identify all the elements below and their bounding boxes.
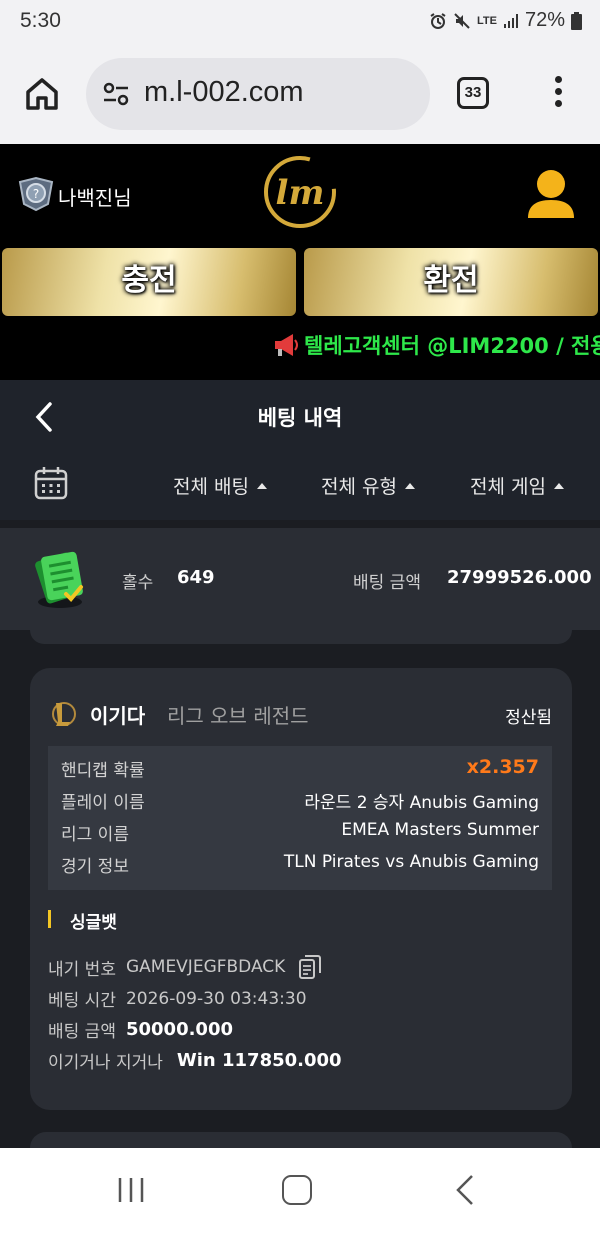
detail-value-odds: x2.357: [466, 756, 539, 778]
info-label: 내기 번호: [48, 959, 116, 980]
detail-row-match: 경기 정보 TLN Pirates vs Anubis Gaming: [61, 852, 539, 880]
detail-label: 플레이 이름: [61, 793, 145, 813]
browser-toolbar: m.l-002.com 33: [0, 44, 600, 144]
svg-text:lm: lm: [276, 173, 325, 213]
status-badge: 정산됨: [505, 708, 552, 728]
filter-type-all[interactable]: 전체 유형: [321, 472, 415, 499]
copy-icon[interactable]: [297, 954, 323, 980]
bet-id-value: GAMEVJEGFBDACK: [125, 957, 286, 977]
info-label: 배팅 금액: [48, 1022, 116, 1042]
status-time: 5:30: [20, 9, 61, 32]
bet-amount-value: 50000.000: [125, 1019, 234, 1040]
status-bar: 5:30 LTE 72%: [0, 0, 600, 44]
info-row-bet-id: 내기 번호 GAMEVJEGFBDACK: [48, 954, 323, 980]
network-type: LTE: [477, 14, 497, 27]
info-row-result: 이기거나 지거나 Win 117850.000: [48, 1048, 342, 1073]
caret-up-icon: [404, 482, 415, 489]
alarm-icon: [430, 12, 446, 29]
system-nav-bar: [0, 1148, 600, 1233]
count-label: 홀수: [122, 573, 154, 593]
caret-up-icon: [553, 482, 564, 489]
page-title: 베팅 내역: [257, 406, 343, 430]
site-settings-icon[interactable]: [102, 80, 130, 108]
detail-row-odds: 핸디캡 확률 x2.357: [61, 756, 539, 784]
detail-value: EMEA Masters Summer: [341, 820, 539, 840]
info-row-bet-time: 베팅 시간 2026-09-30 03:43:30: [48, 986, 307, 1012]
bet-league-type: 리그 오브 레전드: [167, 704, 309, 728]
filter-type-label: 전체 유형: [321, 476, 397, 498]
count-value: 649: [177, 567, 215, 588]
tabs-icon[interactable]: 33: [457, 77, 489, 109]
bet-card: 이기다 리그 오브 레전드 정산됨 핸디캡 확률 x2.357 플레이 이름 라…: [30, 668, 572, 1110]
filter-game-label: 전체 게임: [470, 476, 546, 498]
more-menu-icon[interactable]: [552, 76, 564, 112]
bet-time-value: 2026-09-30 03:43:30: [125, 988, 307, 1009]
battery-icon: [571, 11, 582, 30]
filter-bet-label: 전체 배팅: [173, 476, 249, 498]
calendar-icon[interactable]: [34, 466, 68, 500]
total-amount-value: 27999526.000: [447, 567, 592, 588]
svg-text:?: ?: [33, 187, 39, 201]
user-name: 나백진님: [58, 186, 132, 210]
battery-percent: 72%: [524, 9, 565, 31]
detail-value: 라운드 2 승자 Anubis Gaming: [304, 793, 539, 813]
bet-summary: 홀수 649 배팅 금액 27999526.000: [0, 528, 600, 630]
home-button-icon[interactable]: [282, 1175, 312, 1205]
address-bar[interactable]: m.l-002.com: [86, 58, 430, 130]
detail-row-league: 리그 이름 EMEA Masters Summer: [61, 820, 539, 848]
notice-marquee: 텔레고객센터 @LIM2200 / 전용접: [304, 334, 600, 358]
bet-type: 싱글뱃: [70, 913, 117, 933]
result-value: Win 117850.000: [176, 1050, 342, 1071]
bet-type-accent: [48, 910, 51, 928]
detail-row-play: 플레이 이름 라운드 2 승자 Anubis Gaming: [61, 788, 539, 816]
detail-label: 경기 정보: [61, 857, 129, 877]
recent-apps-icon[interactable]: [116, 1176, 146, 1204]
site-header: ? 나백진님 lm 충전 환전 텔레고객센터 @LIM2200 / 전용접: [0, 144, 600, 380]
bet-details: 핸디캡 확률 x2.357 플레이 이름 라운드 2 승자 Anubis Gam…: [48, 746, 552, 890]
total-amount-label: 배팅 금액: [353, 573, 421, 593]
profile-icon[interactable]: [526, 168, 576, 222]
bet-slip-icon: [35, 551, 83, 608]
detail-label: 핸디캡 확률: [61, 761, 145, 781]
exchange-button[interactable]: 환전: [304, 248, 598, 316]
url-text: m.l-002.com: [144, 76, 304, 108]
league-of-legends-icon: [52, 702, 76, 726]
page-header: 베팅 내역 전체 배팅 전체 유형 전체 게임: [0, 380, 600, 520]
previous-bet-card: [30, 630, 572, 644]
info-label: 이기거나 지거나: [48, 1053, 163, 1073]
status-icons: LTE 72%: [429, 9, 582, 32]
megaphone-icon: [275, 334, 298, 356]
info-label: 베팅 시간: [48, 991, 116, 1011]
signal-icon: [503, 13, 518, 28]
filter-bet-all[interactable]: 전체 배팅: [173, 472, 267, 499]
system-back-icon[interactable]: [454, 1174, 476, 1206]
caret-up-icon: [256, 482, 267, 489]
site-logo[interactable]: lm: [260, 152, 340, 232]
filter-game-all[interactable]: 전체 게임: [470, 472, 564, 499]
rank-badge-icon: ?: [18, 176, 54, 212]
mute-icon: [454, 12, 470, 29]
home-icon[interactable]: [24, 76, 60, 112]
bet-game-name: 이기다: [90, 704, 146, 728]
charge-button[interactable]: 충전: [2, 248, 296, 316]
detail-value: TLN Pirates vs Anubis Gaming: [283, 852, 539, 872]
detail-label: 리그 이름: [61, 825, 129, 845]
info-row-bet-amount: 배팅 금액 50000.000: [48, 1017, 233, 1042]
